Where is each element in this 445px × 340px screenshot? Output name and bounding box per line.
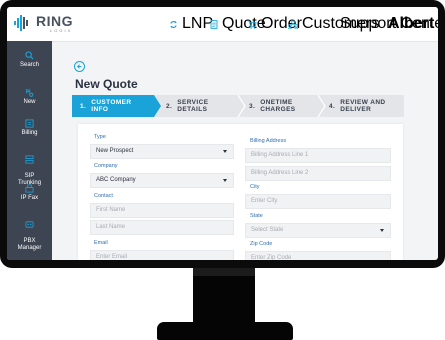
city-input[interactable]: Enter City — [245, 194, 391, 209]
step-label: SERVICE DETAILS — [177, 99, 209, 113]
city-label: City — [250, 184, 260, 190]
order-icon — [247, 19, 257, 29]
monitor-bezel: RING LOGIX LNP Quote Order Customers Sup… — [0, 0, 445, 268]
type-value: New Prospect — [96, 148, 134, 154]
billing-line2-input[interactable]: Billing Address Line 2 — [245, 166, 391, 181]
type-label: Type — [94, 134, 106, 140]
caret-down-icon — [380, 229, 384, 232]
company-select[interactable]: ABC Company — [90, 173, 234, 188]
sidebar-item-label: Billing — [21, 130, 38, 136]
user-name: Albert Diaz — [388, 15, 438, 32]
lnp-icon — [170, 20, 177, 28]
monitor-neck — [193, 268, 255, 324]
sidebar-item-billing[interactable]: Billing — [7, 119, 52, 137]
logo-mark-icon — [13, 13, 33, 33]
step-onetime-charges[interactable]: 3. ONETIME CHARGES — [249, 95, 296, 117]
screen: RING LOGIX LNP Quote Order Customers Sup… — [7, 7, 438, 260]
zip-code-input[interactable]: Enter Zip Code — [245, 251, 391, 260]
step-label: ONETIME CHARGES — [260, 99, 296, 113]
caret-down-icon — [223, 179, 227, 182]
billing-address-label: Billing Address — [250, 138, 287, 144]
ring-logix-logo[interactable]: RING LOGIX — [13, 13, 73, 33]
step-service-details[interactable]: 2. SERVICE DETAILS — [166, 95, 208, 117]
arrow-left-icon — [76, 64, 82, 69]
company-value: ABC Company — [96, 177, 136, 183]
zip-code-label: Zip Code — [250, 241, 273, 247]
sidebar-item-label: IP Fax — [20, 195, 39, 201]
nav-lnp-label: LNP — [182, 15, 214, 32]
user-menu[interactable]: Albert Diaz — [388, 7, 438, 41]
back-button[interactable] — [74, 61, 85, 72]
step-number: 2. — [166, 102, 173, 110]
state-select[interactable]: Select State — [245, 223, 391, 238]
last-name-input[interactable]: Last Name — [90, 220, 234, 235]
sidebar-item-label: Search — [19, 62, 39, 68]
sidebar-item-label: New — [23, 99, 36, 105]
billing-icon — [25, 119, 34, 128]
fax-icon — [25, 184, 34, 193]
step-number: 4. — [329, 102, 336, 110]
wizard-steps: 1. CUSTOMER INFO 2. SERVICE DETAILS 3. O… — [72, 95, 404, 117]
sidebar-item-sip-trunking[interactable]: SIP Trunking — [7, 148, 52, 187]
customers-icon — [288, 19, 298, 29]
sidebar: Search New Billing SIP Trunking IP Fax P… — [7, 41, 52, 260]
brand-sub: LOGIX — [50, 27, 73, 33]
step-customer-info[interactable]: 1. CUSTOMER INFO — [80, 95, 132, 117]
state-label: State — [250, 213, 263, 219]
sidebar-item-search[interactable]: Search — [7, 51, 52, 69]
search-icon — [25, 51, 34, 60]
company-label: Company — [94, 163, 118, 169]
brand-name: RING — [36, 12, 73, 29]
logo-text: RING LOGIX — [36, 14, 73, 33]
sip-trunking-icon — [25, 155, 34, 164]
type-select[interactable]: New Prospect — [90, 144, 234, 159]
state-placeholder: Select State — [251, 227, 284, 233]
page-title: New Quote — [75, 77, 138, 91]
contact-label: Contact — [94, 193, 113, 199]
billing-line1-input[interactable]: Billing Address Line 1 — [245, 148, 391, 163]
step-review-and-deliver[interactable]: 4. REVIEW AND DELIVER — [329, 95, 386, 117]
step-number: 3. — [249, 102, 256, 110]
sidebar-item-ip-fax[interactable]: IP Fax — [7, 184, 52, 202]
caret-down-icon — [223, 150, 227, 153]
step-label: REVIEW AND DELIVER — [340, 99, 386, 113]
customer-info-form: Type New Prospect Company ABC Company Co… — [78, 124, 403, 260]
nav-lnp[interactable]: LNP — [169, 7, 213, 41]
new-icon — [25, 88, 34, 97]
email-input[interactable]: Enter Email — [90, 250, 234, 260]
pbx-icon — [25, 221, 34, 228]
top-bar: RING LOGIX LNP Quote Order Customers Sup… — [7, 7, 438, 42]
sidebar-item-label: PBX Manager — [17, 238, 42, 251]
step-label: CUSTOMER INFO — [91, 99, 132, 113]
monitor-base — [157, 322, 293, 340]
sidebar-item-pbx-manager[interactable]: PBX Manager — [7, 213, 52, 252]
first-name-input[interactable]: First Name — [90, 203, 234, 218]
sidebar-item-new[interactable]: New — [7, 88, 52, 106]
quote-icon — [210, 19, 218, 29]
step-number: 1. — [80, 102, 87, 110]
email-label: Email — [94, 240, 108, 246]
